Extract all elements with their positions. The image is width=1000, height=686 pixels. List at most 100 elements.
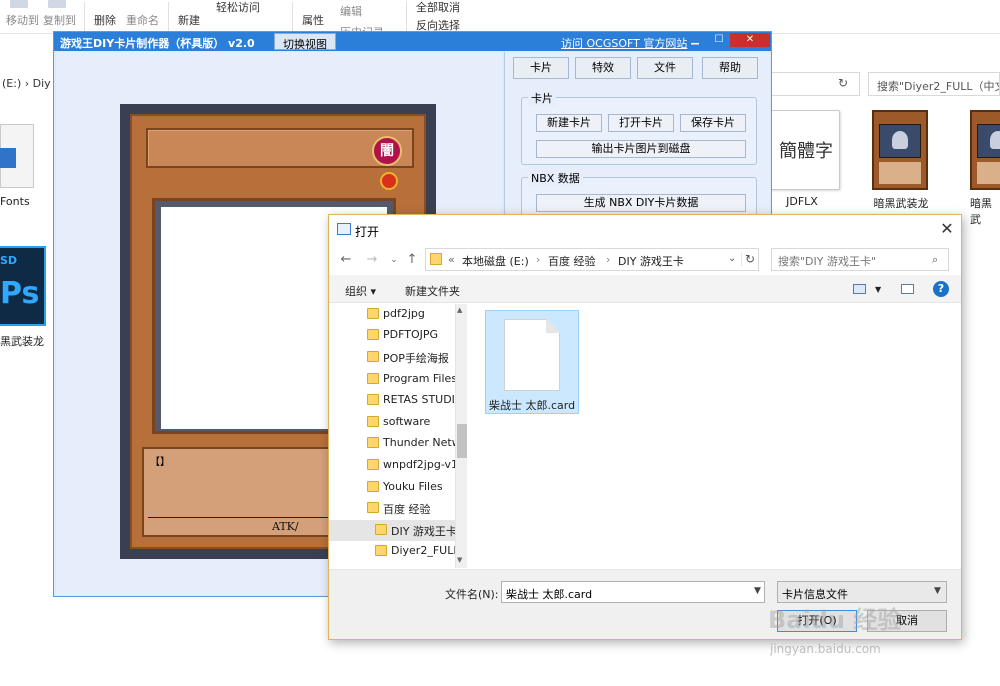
scroll-up-icon[interactable]: ▲ (457, 306, 462, 314)
tree-item[interactable]: pdf2jpg (329, 304, 455, 325)
card-image-label[interactable]: 暗黑武 (970, 195, 1000, 227)
recent-dropdown-icon[interactable]: ⌄ (385, 251, 403, 269)
tab-file[interactable]: 文件 (637, 57, 693, 79)
edit-button[interactable]: 编辑 (340, 3, 362, 19)
card-image-label[interactable]: 暗黑武装龙 (856, 195, 946, 211)
atk-label: ATK/ (272, 520, 299, 533)
select-none-button[interactable]: 全部取消 (416, 0, 460, 15)
ribbon-divider (168, 2, 169, 32)
tree-item-label: pdf2jpg (383, 307, 425, 320)
tree-item-label: DIY 游戏王卡 (391, 525, 455, 538)
tree-item[interactable]: software (329, 412, 455, 433)
rename-button[interactable]: 重命名 (126, 12, 159, 28)
scrollbar-thumb[interactable] (457, 424, 467, 458)
folder-icon (375, 524, 387, 535)
tab-card[interactable]: 卡片 (513, 57, 569, 79)
file-item-selected[interactable]: 柴战士 太郎.card (485, 310, 579, 414)
easy-access-button[interactable]: 轻松访问 (216, 0, 260, 15)
dragon-art (977, 124, 1000, 158)
view-options-icon[interactable] (853, 284, 866, 294)
ps-logo: Ps (0, 276, 40, 311)
fonts-folder-label[interactable]: Fonts (0, 195, 40, 208)
folder-icon (367, 329, 379, 340)
dialog-app-icon (337, 223, 351, 235)
level-star-icon[interactable] (380, 172, 398, 190)
copy-to-button[interactable]: 复制到 (43, 12, 76, 28)
chevron-down-icon[interactable]: ▼ (875, 285, 881, 294)
breadcrumb-baidu-jingyan[interactable]: 百度 经验 (548, 253, 596, 269)
move-to-button[interactable]: 移动到 (6, 12, 39, 28)
back-arrow-icon[interactable]: ← (337, 251, 355, 269)
forward-arrow-icon[interactable]: → (363, 251, 381, 269)
watermark-url: jingyan.baidu.com (770, 642, 881, 656)
breadcrumb-diy-folder[interactable]: DIY 游戏王卡 (618, 253, 684, 269)
open-card-button[interactable]: 打开卡片 (608, 114, 674, 132)
folder-icon (367, 481, 379, 492)
switch-view-button[interactable]: 切换视图 (274, 33, 336, 51)
maximize-icon[interactable]: ☐ (706, 33, 732, 47)
app-title-bar[interactable]: 游戏王DIY卡片制作器（杯具版） v2.0 切换视图 访问 OCGSOFT 官方… (54, 32, 771, 51)
breadcrumb-local-disk[interactable]: 本地磁盘 (E:) (462, 253, 529, 269)
tree-item[interactable]: POP手绘海报 (329, 347, 455, 368)
dialog-search-input[interactable]: 搜索"DIY 游戏王卡" ⌕ (771, 248, 949, 271)
tree-item-label: Program Files (383, 372, 455, 385)
card-group: 卡片 新建卡片 打开卡片 保存卡片 输出卡片图片到磁盘 (521, 90, 757, 165)
tree-scrollbar[interactable]: ▲ ▼ (455, 304, 467, 568)
explorer-search-input[interactable]: 搜索"Diyer2_FULL（中文 (868, 72, 1000, 96)
photoshop-file-icon[interactable]: SD Ps (0, 246, 46, 326)
chevron-down-icon[interactable]: ⌄ (728, 253, 736, 264)
font-file-label[interactable]: JDFLX (770, 195, 834, 208)
close-icon[interactable]: ✕ (730, 33, 770, 47)
tree-item-selected[interactable]: DIY 游戏王卡 (329, 520, 455, 541)
properties-button[interactable]: 属性 (302, 12, 324, 28)
tree-item-label: PDFTOJPG (383, 328, 439, 341)
card-image-thumbnail[interactable] (970, 110, 1000, 190)
new-card-button[interactable]: 新建卡片 (536, 114, 602, 132)
filename-input[interactable]: 柴战士 太郎.card ▼ (501, 581, 765, 603)
tree-item[interactable]: RETAS STUDIO (329, 390, 455, 411)
chevron-down-icon[interactable]: ▼ (754, 586, 761, 596)
minimize-icon[interactable]: ▁ (682, 33, 708, 47)
tab-help[interactable]: 帮助 (702, 57, 758, 79)
chevron-down-icon[interactable]: ▼ (934, 586, 941, 596)
tab-effects[interactable]: 特效 (575, 57, 631, 79)
ocgsoft-site-link[interactable]: 访问 OCGSOFT 官方网站 (561, 35, 687, 51)
organize-menu[interactable]: 组织 ▾ (345, 283, 376, 299)
save-card-button[interactable]: 保存卡片 (680, 114, 746, 132)
card-text-area (977, 162, 1000, 184)
folder-icon (367, 416, 379, 427)
tree-item[interactable]: wnpdf2jpg-v1 (329, 455, 455, 476)
fonts-folder-icon[interactable] (0, 118, 40, 190)
tree-item[interactable]: Youku Files (329, 477, 455, 498)
refresh-icon[interactable]: ↻ (838, 76, 848, 90)
export-image-button[interactable]: 输出卡片图片到磁盘 (536, 140, 746, 158)
tree-item[interactable]: Program Files (329, 369, 455, 390)
up-arrow-icon[interactable]: ↑ (403, 251, 421, 269)
tree-item-label: wnpdf2jpg-v1 (383, 458, 455, 471)
tree-item[interactable]: Thunder Netw (329, 433, 455, 454)
font-file-icon[interactable]: 簡體字 (770, 110, 840, 190)
folder-icon (367, 351, 379, 362)
explorer-address-bar[interactable]: (E:) › Diy (0, 72, 60, 96)
dark-attribute-icon[interactable]: 闇 (372, 136, 402, 166)
refresh-icon[interactable]: ↻ (741, 252, 755, 266)
tree-item[interactable]: PDFTOJPG (329, 325, 455, 346)
scroll-down-icon[interactable]: ▼ (457, 556, 462, 564)
card-image-thumbnail[interactable] (872, 110, 928, 190)
tree-item[interactable]: Diyer2_FULL (329, 541, 455, 562)
tree-item[interactable]: 百度 经验 (329, 498, 455, 519)
breadcrumb[interactable]: « 本地磁盘 (E:) › 百度 经验 › DIY 游戏王卡 ⌄ ↻ (425, 248, 759, 271)
photoshop-file-label[interactable]: 黑武装龙 (0, 333, 50, 349)
preview-pane-icon[interactable] (901, 284, 914, 294)
new-folder-button[interactable]: 新建 (178, 12, 200, 28)
folder-icon (367, 502, 379, 513)
baidu-watermark: Baidu 经验 (768, 606, 902, 634)
new-folder-button[interactable]: 新建文件夹 (405, 283, 460, 299)
delete-button[interactable]: 删除 (94, 12, 116, 28)
generate-nbx-button[interactable]: 生成 NBX DIY卡片数据 (536, 194, 746, 212)
folder-icon (367, 394, 379, 405)
close-icon[interactable]: ✕ (933, 219, 961, 241)
dialog-title-bar[interactable]: 打开 ✕ (329, 215, 961, 245)
breadcrumb-overflow[interactable]: « (448, 253, 455, 266)
help-icon[interactable]: ? (933, 281, 949, 297)
